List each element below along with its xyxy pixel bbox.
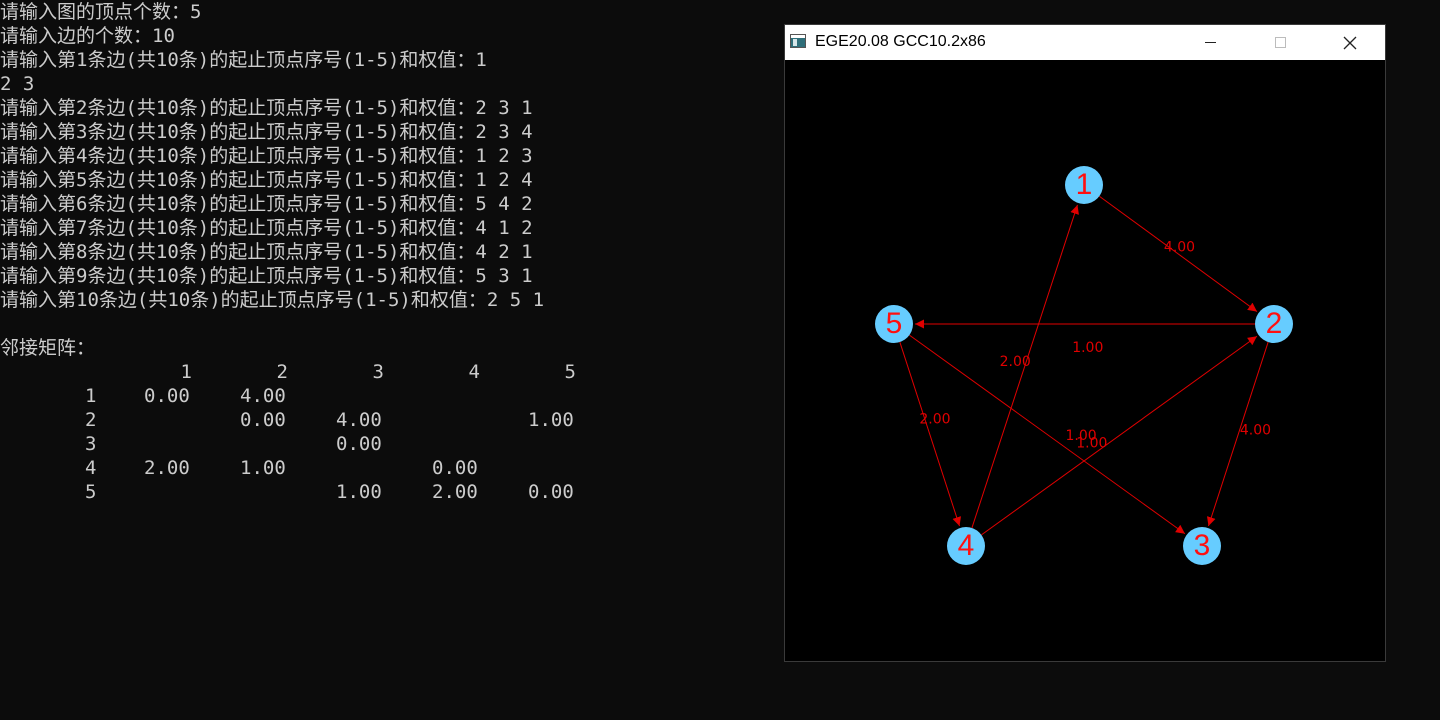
node-label: 4 [958, 529, 975, 562]
console-line: 请输入第1条边(共10条)的起止顶点序号(1-5)和权值：1 [0, 49, 487, 71]
node-label: 3 [1194, 529, 1211, 562]
matrix-row-label: 5 [85, 481, 97, 503]
edge-weight-label: 1.00 [1072, 340, 1103, 356]
window-title: EGE20.08 GCC10.2x86 [815, 33, 986, 50]
matrix-cell: 0.00 [336, 433, 382, 455]
console-line: 请输入第6条边(共10条)的起止顶点序号(1-5)和权值：5 4 2 [0, 193, 533, 215]
matrix-cell: 1.00 [336, 481, 382, 503]
app-window-icon[interactable] [790, 34, 806, 48]
window-titlebar[interactable]: EGE20.08 GCC10.2x86 [785, 25, 1385, 60]
matrix-cell: 0.00 [528, 481, 574, 503]
graph-node-4: 4 [947, 527, 985, 565]
close-icon [1343, 36, 1357, 49]
matrix-col-header: 4 [468, 361, 480, 383]
matrix-cell: 4.00 [336, 409, 382, 431]
node-label: 5 [886, 307, 903, 340]
graph-edge-5-3 [909, 334, 1186, 535]
console-output: 请输入图的顶点个数：5 请输入边的个数：10 请输入第1条边(共10条)的起止顶… [0, 0, 780, 312]
matrix-col-header: 2 [276, 361, 288, 383]
console-line: 请输入第2条边(共10条)的起止顶点序号(1-5)和权值：2 3 1 [0, 97, 533, 119]
edge-weight-label: 2.00 [1000, 354, 1031, 370]
edge-weight-label: 4.00 [1164, 240, 1195, 256]
console-line: 请输入边的个数：10 [0, 25, 175, 47]
matrix-row: 3 0.00 [0, 432, 780, 456]
ege-graph-window[interactable]: EGE20.08 GCC10.2x86 4.00 1.00 4.00 2.00 2.00… [785, 25, 1385, 661]
matrix-cell: 4.00 [240, 385, 286, 407]
close-button[interactable] [1315, 25, 1385, 60]
matrix-row: 4 2.00 1.00 0.00 [0, 456, 780, 480]
console-line: 请输入图的顶点个数：5 [0, 1, 202, 23]
console-line: 请输入第5条边(共10条)的起止顶点序号(1-5)和权值：1 2 4 [0, 169, 533, 191]
matrix-title: 邻接矩阵： [0, 337, 96, 359]
matrix-row: 1 0.00 4.00 [0, 384, 780, 408]
matrix-cell: 0.00 [144, 385, 190, 407]
matrix-row-label: 2 [85, 409, 97, 431]
matrix-cell: 0.00 [432, 457, 478, 479]
graph-edge-5-4 [899, 341, 962, 527]
console-line: 请输入第3条边(共10条)的起止顶点序号(1-5)和权值：2 3 4 [0, 121, 533, 143]
matrix-col-header: 3 [372, 361, 384, 383]
matrix-row-label: 3 [85, 433, 97, 455]
matrix-row: 2 0.00 4.00 1.00 [0, 408, 780, 432]
minimize-button[interactable] [1175, 25, 1245, 60]
console-line: 请输入第8条边(共10条)的起止顶点序号(1-5)和权值：4 2 1 [0, 241, 533, 263]
matrix-row: 5 1.00 2.00 0.00 [0, 480, 780, 504]
graph-node-5: 5 [875, 305, 913, 343]
maximize-icon [1274, 37, 1286, 48]
matrix-cell: 1.00 [240, 457, 286, 479]
matrix-header-row: 1 2 3 4 5 [0, 360, 780, 384]
console-line: 请输入第7条边(共10条)的起止顶点序号(1-5)和权值：4 1 2 [0, 217, 533, 239]
graph-canvas: 4.00 1.00 4.00 2.00 2.00 1.00 1.00 12345 [785, 60, 1385, 661]
console-line: 请输入第10条边(共10条)的起止顶点序号(1-5)和权值：2 5 1 [0, 289, 545, 311]
node-label: 2 [1266, 307, 1283, 340]
edge-weight-label: 1.00 [1065, 428, 1096, 444]
matrix-row-label: 4 [85, 457, 97, 479]
console-line: 2 3 [0, 73, 35, 95]
node-label: 1 [1076, 168, 1093, 201]
matrix-cell: 2.00 [144, 457, 190, 479]
console-line: 请输入第4条边(共10条)的起止顶点序号(1-5)和权值：1 2 3 [0, 145, 533, 167]
maximize-button[interactable] [1245, 25, 1315, 60]
edge-weight-label: 4.00 [1240, 423, 1271, 439]
minimize-icon [1204, 42, 1216, 43]
adjacency-matrix: 1 2 3 4 5 1 0.00 4.00 2 0.00 4.00 1.00 3… [0, 360, 780, 504]
console-window: 请输入图的顶点个数：5 请输入边的个数：10 请输入第1条边(共10条)的起止顶… [0, 0, 780, 720]
graph-drawing: 4.001.004.002.002.001.001.00 12345 [875, 166, 1293, 565]
matrix-row-label: 1 [85, 385, 97, 407]
matrix-cell: 1.00 [528, 409, 574, 431]
edge-weight-label: 2.00 [919, 411, 950, 427]
console-line: 请输入第9条边(共10条)的起止顶点序号(1-5)和权值：5 3 1 [0, 265, 533, 287]
matrix-col-header: 5 [564, 361, 576, 383]
graph-node-1: 1 [1065, 166, 1103, 204]
matrix-col-header: 1 [180, 361, 192, 383]
graph-node-2: 2 [1255, 305, 1293, 343]
matrix-cell: 2.00 [432, 481, 478, 503]
graph-node-3: 3 [1183, 527, 1221, 565]
matrix-cell: 0.00 [240, 409, 286, 431]
